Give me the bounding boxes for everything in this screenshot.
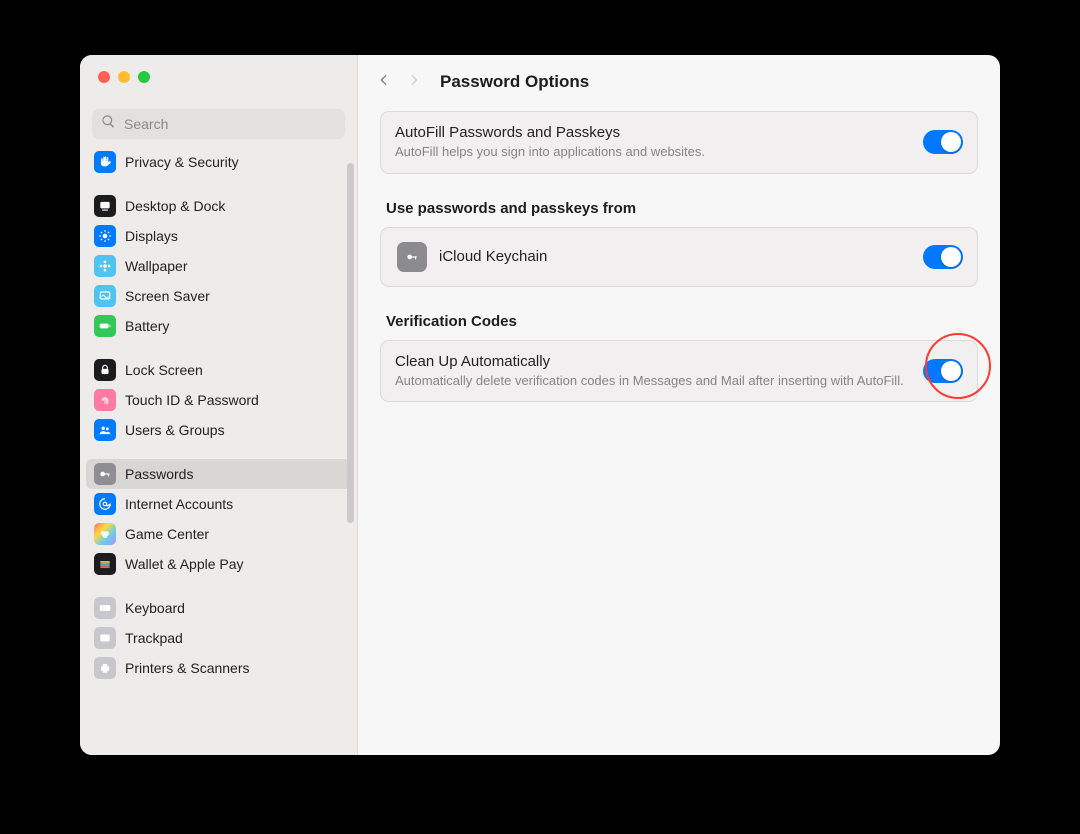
- trackpad-icon: [94, 627, 116, 649]
- screensaver-icon: [94, 285, 116, 307]
- cleanup-toggle[interactable]: [923, 359, 963, 383]
- sidebar-item-keyboard[interactable]: Keyboard: [86, 593, 351, 623]
- sidebar-item-privacy-security[interactable]: Privacy & Security: [86, 147, 351, 177]
- key-icon: [94, 463, 116, 485]
- forward-button[interactable]: [406, 69, 422, 96]
- back-button[interactable]: [376, 69, 392, 96]
- hand-icon: [94, 151, 116, 173]
- sidebar-item-label: Game Center: [125, 526, 209, 542]
- autofill-title: AutoFill Passwords and Passkeys: [395, 124, 911, 141]
- sidebar-item-desktop-dock[interactable]: Desktop & Dock: [86, 191, 351, 221]
- sidebar-scrollbar[interactable]: [347, 163, 354, 523]
- autofill-card: AutoFill Passwords and Passkeys AutoFill…: [380, 111, 978, 174]
- sidebar-item-touchid-password[interactable]: Touch ID & Password: [86, 385, 351, 415]
- sun-icon: [94, 225, 116, 247]
- search-input[interactable]: [92, 109, 345, 139]
- window-controls: [80, 55, 357, 101]
- cleanup-title: Clean Up Automatically: [395, 353, 911, 370]
- keychain-card: iCloud Keychain: [380, 227, 978, 287]
- flower-icon: [94, 255, 116, 277]
- settings-window: Privacy & Security Desktop & Dock Displa…: [80, 55, 1000, 755]
- page-title: Password Options: [440, 72, 589, 92]
- sidebar-item-displays[interactable]: Displays: [86, 221, 351, 251]
- autofill-subtitle: AutoFill helps you sign into application…: [395, 143, 911, 161]
- main-panel: Password Options AutoFill Passwords and …: [358, 55, 1000, 755]
- sidebar-item-users-groups[interactable]: Users & Groups: [86, 415, 351, 445]
- keychain-label: iCloud Keychain: [439, 248, 547, 265]
- sidebar-item-label: Trackpad: [125, 630, 183, 646]
- dock-icon: [94, 195, 116, 217]
- verification-section-title: Verification Codes: [386, 313, 976, 330]
- sidebar-item-label: Internet Accounts: [125, 496, 233, 512]
- sidebar-item-battery[interactable]: Battery: [86, 311, 351, 341]
- wallet-icon: [94, 553, 116, 575]
- people-icon: [94, 419, 116, 441]
- sidebar-item-label: Lock Screen: [125, 362, 203, 378]
- sidebar-item-lock-screen[interactable]: Lock Screen: [86, 355, 351, 385]
- sidebar-item-wallet-apple-pay[interactable]: Wallet & Apple Pay: [86, 549, 351, 579]
- printer-icon: [94, 657, 116, 679]
- sidebar-item-label: Desktop & Dock: [125, 198, 225, 214]
- content: AutoFill Passwords and Passkeys AutoFill…: [358, 109, 1000, 422]
- sidebar-item-label: Printers & Scanners: [125, 660, 250, 676]
- keychain-toggle[interactable]: [923, 245, 963, 269]
- cleanup-subtitle: Automatically delete verification codes …: [395, 372, 911, 390]
- sidebar-item-label: Displays: [125, 228, 178, 244]
- sidebar-item-game-center[interactable]: Game Center: [86, 519, 351, 549]
- sidebar-item-label: Screen Saver: [125, 288, 210, 304]
- gamecenter-icon: [94, 523, 116, 545]
- sidebar-item-label: Wallpaper: [125, 258, 188, 274]
- keyboard-icon: [94, 597, 116, 619]
- sidebar-item-internet-accounts[interactable]: Internet Accounts: [86, 489, 351, 519]
- key-icon: [397, 242, 427, 272]
- sidebar-item-label: Touch ID & Password: [125, 392, 259, 408]
- fingerprint-icon: [94, 389, 116, 411]
- sidebar-item-printers-scanners[interactable]: Printers & Scanners: [86, 653, 351, 683]
- sidebar-list: Privacy & Security Desktop & Dock Displa…: [80, 145, 357, 755]
- close-window-button[interactable]: [98, 71, 110, 83]
- sidebar-item-trackpad[interactable]: Trackpad: [86, 623, 351, 653]
- lock-icon: [94, 359, 116, 381]
- search-field[interactable]: [122, 115, 336, 133]
- zoom-window-button[interactable]: [138, 71, 150, 83]
- sidebar-item-label: Wallet & Apple Pay: [125, 556, 244, 572]
- battery-icon: [94, 315, 116, 337]
- sidebar-item-label: Passwords: [125, 466, 193, 482]
- sidebar-item-label: Privacy & Security: [125, 154, 239, 170]
- sidebar: Privacy & Security Desktop & Dock Displa…: [80, 55, 358, 755]
- sidebar-item-label: Users & Groups: [125, 422, 225, 438]
- sidebar-item-wallpaper[interactable]: Wallpaper: [86, 251, 351, 281]
- sources-section-title: Use passwords and passkeys from: [386, 200, 976, 217]
- sidebar-item-label: Keyboard: [125, 600, 185, 616]
- sidebar-item-label: Battery: [125, 318, 169, 334]
- main-header: Password Options: [358, 55, 1000, 109]
- sidebar-item-passwords[interactable]: Passwords: [86, 459, 351, 489]
- cleanup-card: Clean Up Automatically Automatically del…: [380, 340, 978, 403]
- autofill-toggle[interactable]: [923, 130, 963, 154]
- sidebar-item-screen-saver[interactable]: Screen Saver: [86, 281, 351, 311]
- minimize-window-button[interactable]: [118, 71, 130, 83]
- search-icon: [101, 114, 116, 134]
- at-icon: [94, 493, 116, 515]
